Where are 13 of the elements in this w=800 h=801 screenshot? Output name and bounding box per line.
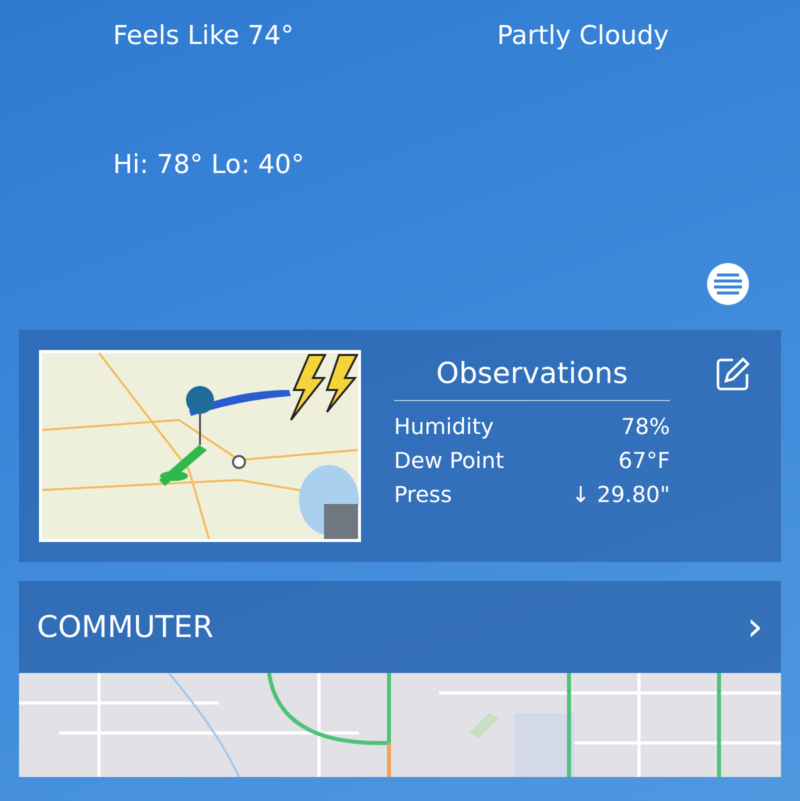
edit-icon[interactable] bbox=[715, 356, 751, 392]
observation-value: 67°F bbox=[618, 448, 670, 476]
observation-value: ↓ 29.80" bbox=[571, 482, 670, 510]
commuter-button[interactable]: COMMUTER › bbox=[19, 581, 781, 673]
menu-icon[interactable] bbox=[706, 262, 750, 306]
observation-value: 78% bbox=[621, 414, 670, 442]
high-low-temperature: Hi: 78° Lo: 40° bbox=[113, 149, 306, 182]
observations-title: Observations bbox=[394, 356, 670, 401]
feels-like-temperature: Feels Like 74° bbox=[113, 20, 295, 53]
observation-label: Press bbox=[394, 482, 452, 510]
weather-condition: Partly Cloudy bbox=[497, 20, 670, 53]
observation-label: Humidity bbox=[394, 414, 494, 442]
observation-label: Dew Point bbox=[394, 448, 504, 476]
